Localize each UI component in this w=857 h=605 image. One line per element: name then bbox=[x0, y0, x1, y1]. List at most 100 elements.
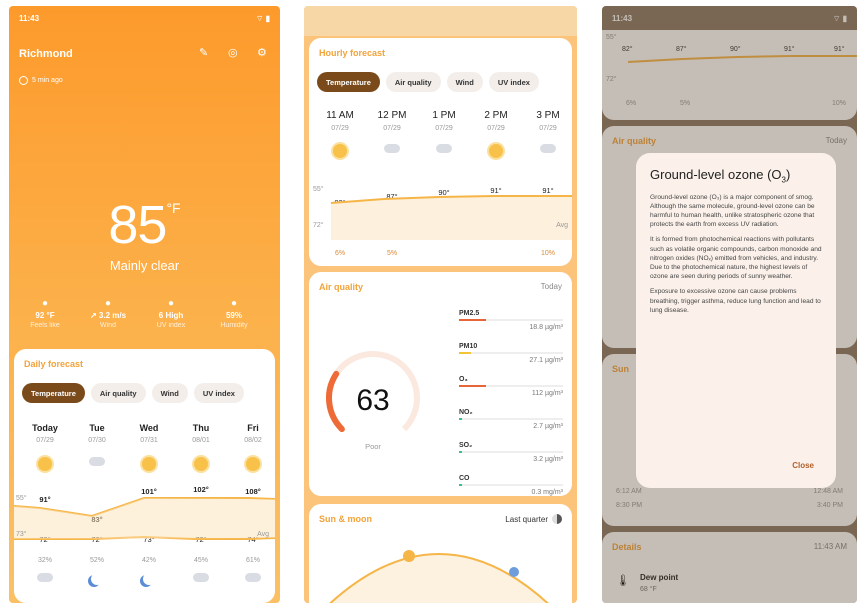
pollutant-bar bbox=[459, 385, 563, 387]
moon-icon bbox=[91, 573, 103, 585]
updated-time: 5 min ago bbox=[32, 77, 63, 84]
night-icon bbox=[230, 573, 275, 584]
sun-icon bbox=[333, 144, 347, 158]
day-name: Fri bbox=[247, 423, 259, 433]
pollutant-bar-fill bbox=[459, 319, 487, 321]
city-name[interactable]: Richmond bbox=[19, 48, 73, 60]
hour-icon bbox=[369, 144, 415, 155]
stat-value: 6 High bbox=[158, 311, 184, 320]
condition-text: Mainly clear bbox=[109, 258, 180, 273]
day-precip: 61% bbox=[245, 557, 260, 564]
daily-title: Daily forecast bbox=[24, 359, 84, 369]
stat-item: ● 59% Humidity bbox=[204, 298, 264, 329]
pollutant-item[interactable]: CO 0.3 mg/m³ bbox=[459, 475, 563, 496]
alert-icon[interactable]: ◎ bbox=[228, 46, 238, 59]
dialog-paragraph-1: Ground-level ozone (O₃) is a major compo… bbox=[650, 193, 815, 229]
pollutant-item[interactable]: PM10 27.1 µg/m³ bbox=[459, 343, 563, 364]
pollutant-item[interactable]: SO₂ 3.2 µg/m³ bbox=[459, 442, 563, 463]
hour-date: 07/29 bbox=[487, 125, 505, 132]
moon-position-dot bbox=[509, 567, 519, 577]
pollutant-item[interactable]: PM2.5 18.8 µg/m³ bbox=[459, 310, 563, 331]
pollutant-bar bbox=[459, 451, 563, 453]
hour-date: 07/29 bbox=[331, 125, 349, 132]
cloud-icon bbox=[540, 144, 556, 153]
tab-temperature[interactable]: Temperature bbox=[22, 383, 85, 403]
daily-avg-label: Avg bbox=[257, 531, 269, 538]
pollutant-value: 112 µg/m³ bbox=[531, 390, 563, 397]
night-icon bbox=[74, 573, 120, 587]
pollutant-name: NO₂ bbox=[459, 409, 473, 416]
pollutant-bar bbox=[459, 484, 563, 486]
day-icon bbox=[74, 457, 120, 468]
hour-icon bbox=[317, 144, 363, 160]
cloud-icon bbox=[193, 573, 209, 582]
tab-wind[interactable]: Wind bbox=[446, 72, 483, 92]
pollutant-name: O₃ bbox=[459, 376, 468, 383]
pollutant-value: 2.7 µg/m³ bbox=[533, 423, 563, 430]
tab-air-quality[interactable]: Air quality bbox=[385, 72, 441, 92]
details-screen: Hourly forecast Temperature Air quality Wi… bbox=[304, 6, 577, 603]
temp-value: 85 bbox=[108, 195, 167, 255]
night-icon bbox=[178, 573, 224, 584]
dialog-paragraph-2: It is formed from photochemical reaction… bbox=[650, 236, 822, 281]
pollutant-value: 18.8 µg/m³ bbox=[529, 324, 563, 331]
pollutant-item[interactable]: NO₂ 2.7 µg/m³ bbox=[459, 409, 563, 430]
tab-temperature[interactable]: Temperature bbox=[317, 72, 380, 92]
stat-label: Wind bbox=[100, 322, 116, 329]
air-title: Air quality bbox=[319, 282, 364, 292]
hour-precip: 5% bbox=[386, 250, 398, 257]
hourly-axis-hi: 55° bbox=[313, 186, 324, 193]
stat-label: Humidity bbox=[220, 322, 248, 329]
fan-icon: ● bbox=[104, 298, 112, 309]
sun-icon bbox=[489, 144, 503, 158]
sun-icon bbox=[142, 457, 156, 471]
cloud-icon bbox=[37, 573, 53, 582]
tab-uv-index[interactable]: UV index bbox=[193, 383, 244, 403]
hour-time: 11 AM bbox=[326, 110, 354, 121]
hour-date: 07/29 bbox=[383, 125, 401, 132]
pollutant-bar-fill bbox=[459, 352, 472, 354]
sun-icon bbox=[194, 457, 208, 471]
hour-icon bbox=[473, 144, 519, 160]
hour-precip: 6% bbox=[334, 250, 346, 257]
hourly-temp-chart bbox=[330, 195, 572, 240]
status-bar: 11:43 ⌔ ▮ bbox=[19, 14, 270, 24]
daily-axis-hi: 55° bbox=[16, 495, 27, 502]
tab-air-quality[interactable]: Air quality bbox=[90, 383, 146, 403]
tab-wind[interactable]: Wind bbox=[151, 383, 188, 403]
daily-chart-fill bbox=[14, 498, 275, 539]
day-name: Tue bbox=[89, 423, 105, 433]
sun-moon-card: Sun & moon Last quarter bbox=[309, 504, 572, 603]
settings-gear-icon[interactable]: ⚙ bbox=[257, 46, 267, 59]
stat-item: ● 92 °F Feels like bbox=[15, 298, 75, 329]
edit-icon[interactable]: ✎ bbox=[199, 46, 208, 59]
day-date: 07/30 bbox=[88, 437, 106, 444]
stat-value: 59% bbox=[225, 311, 242, 320]
dialog-title-end: ) bbox=[785, 167, 791, 182]
hourly-chart-fill bbox=[331, 196, 572, 240]
aqi-value: 63 bbox=[356, 384, 390, 417]
hour-time: 1 PM bbox=[432, 110, 456, 121]
pollutant-item[interactable]: O₃ 112 µg/m³ bbox=[459, 376, 563, 397]
dialog-title-main: Ground-level ozone (O bbox=[650, 167, 782, 182]
air-quality-card: Air quality Today 63 Poor PM2.5 18.8 µg/m… bbox=[309, 272, 572, 496]
moon-phase-label: Last quarter bbox=[505, 514, 548, 524]
day-name: Wed bbox=[139, 423, 159, 433]
cloud-icon bbox=[245, 573, 261, 582]
day-icon bbox=[126, 457, 172, 473]
close-button[interactable]: Close bbox=[792, 461, 814, 470]
day-icon bbox=[178, 457, 224, 473]
stat-value: 92 °F bbox=[35, 311, 55, 320]
moon-phase-icon bbox=[552, 514, 562, 524]
day-date: 07/31 bbox=[140, 437, 158, 444]
droplet-icon: ● bbox=[230, 298, 238, 309]
dialog-title: Ground-level ozone (O3) bbox=[650, 167, 822, 185]
stat-item: ● 6 High UV index bbox=[141, 298, 201, 329]
pollutant-bar-fill bbox=[459, 418, 463, 420]
update-info: 5 min ago bbox=[19, 76, 63, 85]
top-strip bbox=[304, 6, 577, 36]
sun-position-dot bbox=[403, 550, 415, 562]
night-icon bbox=[22, 573, 68, 584]
pollutant-name: PM10 bbox=[459, 343, 478, 350]
tab-uv-index[interactable]: UV index bbox=[488, 72, 539, 92]
